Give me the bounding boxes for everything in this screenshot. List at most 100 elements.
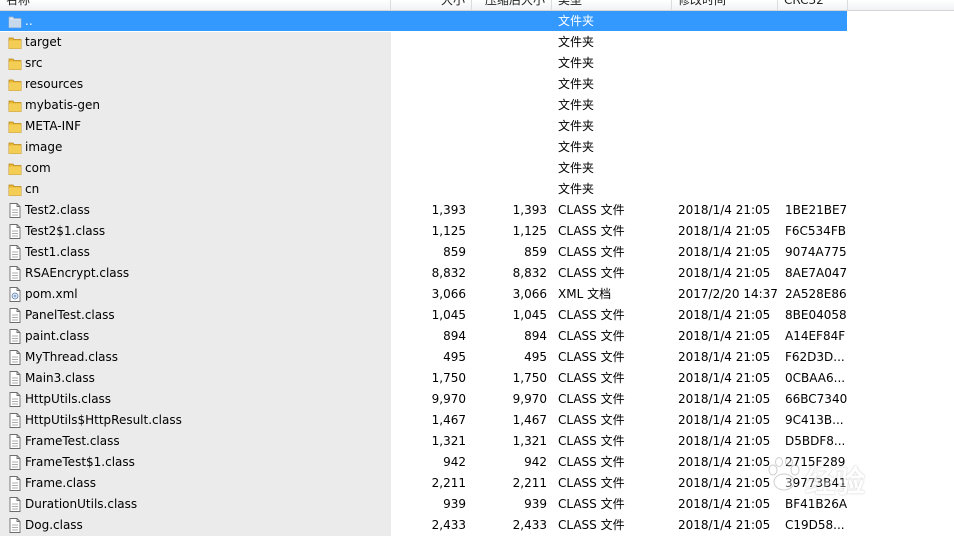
- file-icon: [8, 308, 22, 323]
- file-row[interactable]: DurationUtils.class 939 939 CLASS 文件 2018/1/…: [0, 494, 954, 515]
- file-type: CLASS 文件: [558, 392, 625, 406]
- file-packed-size: [472, 95, 547, 116]
- file-name[interactable]: Main3.class: [25, 368, 95, 389]
- file-row[interactable]: pom.xml 3,066 3,066 XML 文档 2017/2/20 14:37 2A…: [0, 284, 954, 305]
- file-name[interactable]: META-INF: [25, 116, 81, 137]
- file-name[interactable]: DurationUtils.class: [25, 494, 137, 515]
- file-row[interactable]: Dog.class 2,433 2,433 CLASS 文件 2018/1/4 21:0…: [0, 515, 954, 536]
- file-icon: [8, 392, 22, 407]
- file-row[interactable]: RSAEncrypt.class 8,832 8,832 CLASS 文件 2018/1…: [0, 263, 954, 284]
- name-column-bg: [0, 158, 391, 179]
- file-modified: 2018/1/4 21:05: [678, 497, 771, 511]
- file-name[interactable]: RSAEncrypt.class: [25, 263, 129, 284]
- file-name[interactable]: ..: [25, 11, 33, 32]
- file-row[interactable]: MyThread.class 495 495 CLASS 文件 2018/1/4 21:…: [0, 347, 954, 368]
- file-packed-size: [472, 179, 547, 200]
- file-row[interactable]: PanelTest.class 1,045 1,045 CLASS 文件 2018/1/…: [0, 305, 954, 326]
- file-row[interactable]: Test2$1.class 1,125 1,125 CLASS 文件 2018/1/4 …: [0, 221, 954, 242]
- file-modified: 2018/1/4 21:05: [678, 266, 771, 280]
- col-header-crc32[interactable]: CRC32: [778, 0, 848, 10]
- file-row[interactable]: .. 文件夹: [0, 11, 954, 32]
- file-packed-size: 1,467: [512, 413, 547, 427]
- col-header-packed-size[interactable]: 压缩后大小: [472, 0, 552, 10]
- column-header: 名称 大小 压缩后大小 类型 修改时间 CRC32: [0, 0, 954, 11]
- file-row[interactable]: META-INF 文件夹: [0, 116, 954, 137]
- file-row[interactable]: cn 文件夹: [0, 179, 954, 200]
- file-name[interactable]: resources: [25, 74, 83, 95]
- file-packed-size: 1,393: [512, 203, 547, 217]
- file-name[interactable]: com: [25, 158, 51, 179]
- file-name[interactable]: Test1.class: [25, 242, 90, 263]
- file-name[interactable]: pom.xml: [25, 284, 78, 305]
- file-modified: 2018/1/4 21:05: [678, 371, 771, 385]
- file-crc32: F62D3D...: [785, 350, 845, 364]
- file-name[interactable]: HttpUtils.class: [25, 389, 111, 410]
- file-name[interactable]: Frame.class: [25, 473, 96, 494]
- file-row[interactable]: paint.class 894 894 CLASS 文件 2018/1/4 21:05 A…: [0, 326, 954, 347]
- file-icon: [8, 497, 22, 512]
- file-name[interactable]: cn: [25, 179, 39, 200]
- file-name[interactable]: paint.class: [25, 326, 89, 347]
- file-size: [391, 53, 466, 74]
- file-crc32: 2715F289: [785, 455, 846, 469]
- col-header-type[interactable]: 类型: [552, 0, 672, 10]
- file-type: CLASS 文件: [558, 308, 625, 322]
- file-type: CLASS 文件: [558, 224, 625, 238]
- file-type: 文件夹: [558, 140, 595, 154]
- file-size: 942: [443, 455, 466, 469]
- file-type: 文件夹: [558, 161, 595, 175]
- file-name[interactable]: FrameTest$1.class: [25, 452, 135, 473]
- file-crc32: 9074A775: [785, 245, 847, 259]
- file-size: 8,832: [431, 266, 466, 280]
- file-packed-size: 3,066: [512, 287, 547, 301]
- file-size: 3,066: [431, 287, 466, 301]
- file-modified: 2018/1/4 21:05: [678, 245, 771, 259]
- file-row[interactable]: resources 文件夹: [0, 74, 954, 95]
- file-row[interactable]: target 文件夹: [0, 32, 954, 53]
- file-row[interactable]: FrameTest.class 1,321 1,321 CLASS 文件 2018/1/…: [0, 431, 954, 452]
- file-crc32: C19D58...: [785, 518, 845, 532]
- folder-icon: [8, 161, 22, 176]
- file-row[interactable]: src 文件夹: [0, 53, 954, 74]
- file-row[interactable]: HttpUtils$HttpResult.class 1,467 1,467 CLAS…: [0, 410, 954, 431]
- file-size: 1,321: [431, 434, 466, 448]
- file-size: [391, 95, 466, 116]
- file-size: [391, 158, 466, 179]
- file-modified: 2018/1/4 21:05: [678, 392, 771, 406]
- file-row[interactable]: mybatis-gen 文件夹: [0, 95, 954, 116]
- file-row[interactable]: Main3.class 1,750 1,750 CLASS 文件 2018/1/4 21…: [0, 368, 954, 389]
- col-header-size[interactable]: 大小: [391, 0, 472, 10]
- file-size: [391, 179, 466, 200]
- file-size: 1,750: [431, 371, 466, 385]
- file-crc32: 2A528E86: [785, 287, 847, 301]
- file-name[interactable]: HttpUtils$HttpResult.class: [25, 410, 182, 431]
- file-type: 文件夹: [558, 56, 595, 70]
- file-crc32: 8BE04058: [785, 308, 847, 322]
- file-name[interactable]: Test2.class: [25, 200, 90, 221]
- file-row[interactable]: com 文件夹: [0, 158, 954, 179]
- file-name[interactable]: Test2$1.class: [25, 221, 105, 242]
- col-header-name[interactable]: 名称: [0, 0, 391, 10]
- file-name[interactable]: FrameTest.class: [25, 431, 120, 452]
- folder-icon: [8, 140, 22, 155]
- file-row[interactable]: Test1.class 859 859 CLASS 文件 2018/1/4 21:05 9…: [0, 242, 954, 263]
- file-packed-size: 2,211: [512, 476, 547, 490]
- file-name[interactable]: src: [25, 53, 43, 74]
- col-header-modified[interactable]: 修改时间: [672, 0, 778, 10]
- file-name[interactable]: mybatis-gen: [25, 95, 100, 116]
- file-name[interactable]: PanelTest.class: [25, 305, 115, 326]
- file-name[interactable]: Dog.class: [25, 515, 83, 536]
- file-row[interactable]: Test2.class 1,393 1,393 CLASS 文件 2018/1/4 21…: [0, 200, 954, 221]
- file-row[interactable]: Frame.class 2,211 2,211 CLASS 文件 2018/1/4 21…: [0, 473, 954, 494]
- file-size: [391, 137, 466, 158]
- file-icon: [8, 476, 22, 491]
- file-name[interactable]: target: [25, 32, 62, 53]
- file-type: 文件夹: [558, 119, 595, 133]
- file-icon: [8, 266, 22, 281]
- file-name[interactable]: image: [25, 137, 62, 158]
- file-row[interactable]: HttpUtils.class 9,970 9,970 CLASS 文件 2018/1/…: [0, 389, 954, 410]
- file-name[interactable]: MyThread.class: [25, 347, 118, 368]
- file-row[interactable]: FrameTest$1.class 942 942 CLASS 文件 2018/1/4 …: [0, 452, 954, 473]
- file-size: [391, 74, 466, 95]
- file-row[interactable]: image 文件夹: [0, 137, 954, 158]
